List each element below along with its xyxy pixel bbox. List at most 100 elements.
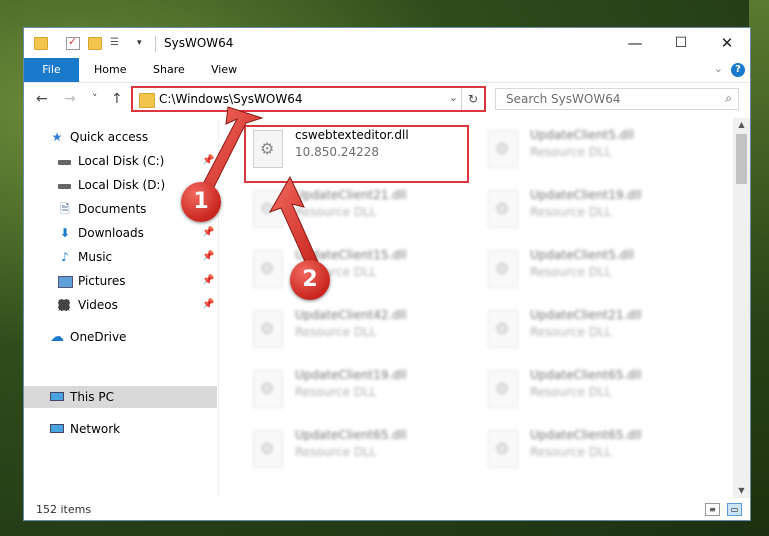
chevron-down-icon[interactable]: ⌄ — [449, 91, 458, 104]
vertical-scrollbar[interactable]: ▲ ▼ — [733, 118, 750, 498]
file-tile[interactable]: UpdateClient19.dll Resource DLL — [484, 184, 709, 234]
maximize-button[interactable]: ☐ — [658, 28, 704, 58]
documents-icon: 🗎 — [60, 202, 70, 216]
sidebar-item-onedrive[interactable]: ☁ OneDrive — [24, 326, 217, 348]
dll-gear-icon — [488, 430, 518, 468]
tab-file[interactable]: File — [24, 58, 79, 82]
sidebar-item-label: This PC — [70, 390, 114, 404]
navigation-pane: ★ Quick access Local Disk (C:) 📌 Local D… — [24, 120, 217, 496]
dll-gear-icon — [253, 250, 283, 288]
tab-share[interactable]: Share — [153, 58, 185, 82]
videos-icon — [58, 298, 72, 312]
sidebar-item-label: Local Disk (C:) — [78, 154, 165, 168]
ribbon: File Home Share View ⌄ ? — [24, 58, 750, 83]
file-type: Resource DLL — [530, 145, 612, 159]
file-tile[interactable]: UpdateClient5.dll Resource DLL — [484, 124, 709, 174]
back-arrow-icon[interactable]: ← — [36, 91, 48, 107]
sidebar-item-videos[interactable]: Videos 📌 — [24, 294, 217, 316]
file-type: Resource DLL — [530, 265, 612, 279]
file-tile[interactable]: UpdateClient65.dll Resource DLL — [249, 424, 474, 474]
search-icon[interactable]: ⌕ — [725, 91, 732, 106]
file-tile[interactable]: UpdateClient15.dll Resource DLL — [249, 244, 474, 294]
address-bar[interactable]: C:\Windows\SysWOW64 ⌄ ↻ — [131, 86, 486, 112]
dll-gear-icon — [488, 130, 518, 168]
file-tile[interactable]: UpdateClient21.dll Resource DLL — [249, 184, 474, 234]
window-title: SysWOW64 — [164, 36, 234, 50]
refresh-icon[interactable]: ↻ — [461, 88, 484, 110]
file-type: Resource DLL — [530, 205, 612, 219]
sidebar-item-network[interactable]: Network — [24, 418, 217, 440]
customize-toolbar-icon[interactable]: ☰ — [110, 37, 124, 50]
properties-icon[interactable]: ✓ — [66, 35, 80, 50]
status-bar: 152 items ≡ ▭ — [24, 498, 750, 520]
navigation-bar: ← → ˅ ↑ C:\Windows\SysWOW64 ⌄ ↻ Search S… — [24, 83, 750, 117]
toolbar-dropdown-icon[interactable]: ▾ — [137, 37, 151, 50]
minimize-button[interactable]: — — [612, 28, 658, 58]
details-view-icon[interactable]: ≡ — [705, 503, 720, 516]
network-icon — [50, 422, 64, 436]
file-tile[interactable]: UpdateClient65.dll Resource DLL — [484, 424, 709, 474]
pin-icon[interactable]: 📌 — [202, 294, 214, 316]
dll-gear-icon — [488, 370, 518, 408]
tab-home[interactable]: Home — [94, 58, 126, 82]
desktop-background — [749, 0, 769, 536]
scroll-up-icon[interactable]: ▲ — [733, 118, 750, 132]
sidebar-item-label: Downloads — [78, 226, 144, 240]
cloud-icon: ☁ — [50, 329, 64, 345]
tab-view[interactable]: View — [211, 58, 237, 82]
file-tile[interactable]: UpdateClient65.dll Resource DLL — [484, 364, 709, 414]
sidebar-item-music[interactable]: ♪ Music 📌 — [24, 246, 217, 268]
highlight-box-file — [244, 125, 469, 183]
file-type: Resource DLL — [530, 445, 612, 459]
sidebar-item-local-disk-c[interactable]: Local Disk (C:) 📌 — [24, 150, 217, 172]
file-name: UpdateClient65.dll — [530, 368, 642, 382]
sidebar-item-pictures[interactable]: Pictures 📌 — [24, 270, 217, 292]
dll-gear-icon — [253, 430, 283, 468]
folder-icon — [139, 93, 155, 108]
pin-icon[interactable]: 📌 — [202, 222, 214, 244]
dll-gear-icon — [253, 370, 283, 408]
search-input[interactable]: Search SysWOW64 ⌕ — [495, 88, 739, 110]
sidebar-item-label: Documents — [78, 202, 147, 216]
address-path[interactable]: C:\Windows\SysWOW64 — [159, 92, 303, 106]
star-icon: ★ — [51, 130, 63, 144]
forward-arrow-icon[interactable]: → — [64, 91, 76, 107]
tiles-view-icon[interactable]: ▭ — [727, 503, 742, 516]
scroll-down-icon[interactable]: ▼ — [733, 484, 750, 498]
up-arrow-icon[interactable]: ↑ — [111, 91, 123, 107]
recent-locations-icon[interactable]: ˅ — [92, 92, 98, 105]
file-type: Resource DLL — [295, 205, 377, 219]
item-count: 152 items — [36, 503, 92, 516]
file-tile[interactable]: UpdateClient42.dll Resource DLL — [249, 304, 474, 354]
downloads-icon: ⬇ — [59, 226, 71, 240]
callout-step-2: 2 — [290, 260, 330, 300]
pin-icon[interactable]: 📌 — [202, 270, 214, 292]
title-separator — [155, 36, 156, 52]
sidebar-item-label: Videos — [78, 298, 118, 312]
file-tile[interactable]: UpdateClient21.dll Resource DLL — [484, 304, 709, 354]
music-icon: ♪ — [61, 250, 69, 264]
sidebar-item-label: Music — [78, 250, 113, 264]
new-folder-icon[interactable] — [88, 37, 102, 50]
pin-icon[interactable]: 📌 — [202, 246, 214, 268]
help-icon[interactable]: ? — [731, 63, 745, 77]
sidebar-item-label: Quick access — [70, 130, 149, 144]
file-name: UpdateClient21.dll — [295, 188, 407, 202]
expand-ribbon-icon[interactable]: ⌄ — [714, 62, 723, 75]
sidebar-item-this-pc[interactable]: This PC — [24, 386, 217, 408]
search-placeholder: Search SysWOW64 — [506, 92, 621, 106]
file-tile[interactable]: UpdateClient19.dll Resource DLL — [249, 364, 474, 414]
file-tile[interactable]: UpdateClient5.dll Resource DLL — [484, 244, 709, 294]
dll-gear-icon — [253, 310, 283, 348]
sidebar-item-quick-access[interactable]: ★ Quick access — [24, 126, 217, 148]
sidebar-item-label: Network — [70, 422, 121, 436]
scroll-thumb[interactable] — [736, 134, 747, 184]
sidebar-item-label: Local Disk (D:) — [78, 178, 166, 192]
folder-icon — [34, 37, 48, 50]
close-button[interactable]: ✕ — [704, 28, 750, 58]
file-name: UpdateClient5.dll — [530, 248, 634, 262]
pin-icon[interactable]: 📌 — [202, 150, 214, 172]
sidebar-item-label: Pictures — [78, 274, 126, 288]
sidebar-item-downloads[interactable]: ⬇ Downloads 📌 — [24, 222, 217, 244]
file-name: UpdateClient19.dll — [530, 188, 642, 202]
